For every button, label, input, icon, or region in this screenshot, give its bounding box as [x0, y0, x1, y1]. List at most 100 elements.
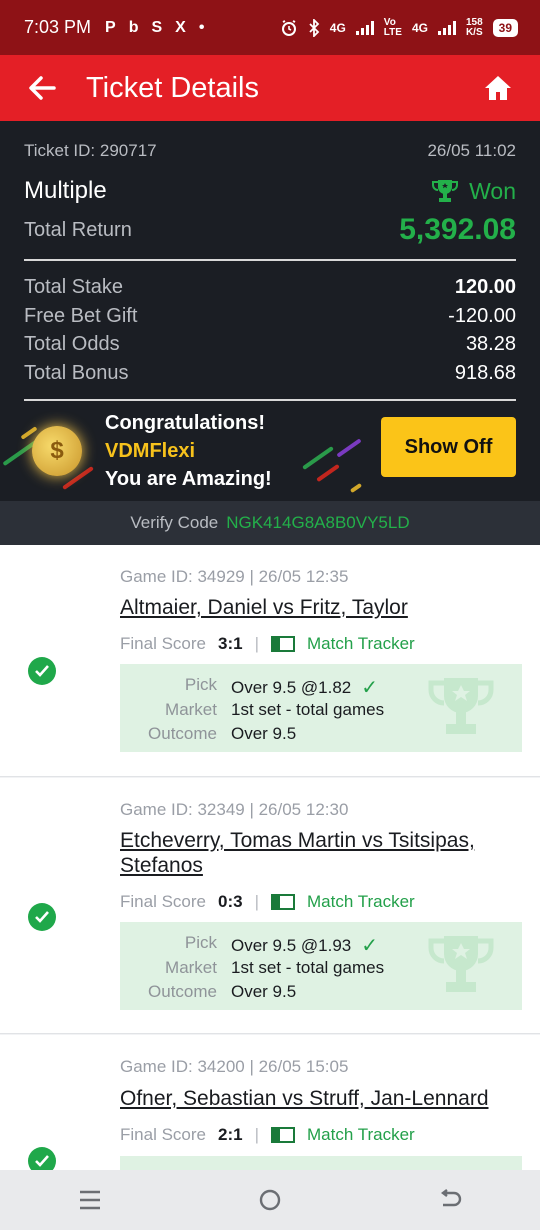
pick-row: Pick Over 9.5 @1.82 ✓: [120, 675, 522, 700]
pick-value: Over 9.5 @1.82 ✓: [231, 677, 379, 699]
confetti: [349, 482, 363, 494]
row-label: Total Odds: [24, 333, 120, 355]
ticket-header-row: Ticket ID: 290717 26/05 11:02: [24, 141, 516, 161]
total-return-value: 5,392.08: [399, 213, 516, 246]
system-nav-bar: [0, 1170, 540, 1230]
market-value: 1st set - total games: [231, 700, 385, 719]
row-label: Total Bonus: [24, 362, 129, 384]
match-tracker-label: Match Tracker: [306, 1125, 415, 1144]
flag-icon: [270, 1127, 295, 1143]
row-label: Free Bet Gift: [24, 305, 138, 327]
final-score: 2:1: [217, 1125, 243, 1144]
home-icon: [485, 76, 511, 100]
menu-icon: [80, 1190, 100, 1210]
final-score: 0:3: [217, 892, 243, 911]
final-score-row: Final Score 0:3 | Match Tracker: [120, 892, 415, 912]
verify-label: Verify Code: [130, 513, 219, 532]
home-button[interactable]: [480, 70, 516, 106]
row-value: -120.00: [448, 305, 516, 327]
total-return-label: Total Return: [24, 218, 132, 241]
total-stake-row: Total Stake 120.00: [24, 276, 516, 299]
outcome-label: Outcome: [148, 724, 217, 743]
app-bar: Ticket Details: [0, 55, 540, 121]
pick-details: Pick Over 9.5 @1.82 ✓ Market 1st set - to…: [120, 664, 522, 752]
clock: 7:03 PM: [24, 17, 92, 37]
game-list: Game ID: 34929 | 26/05 12:35 Altmaier, D…: [0, 545, 540, 1170]
game-id: Game ID: 34200 | 26/05 15:05: [120, 1057, 349, 1076]
match-tracker-label: Match Tracker: [306, 892, 415, 911]
confetti: [302, 446, 334, 470]
dot-icon: •: [198, 18, 205, 36]
market-label: Market: [165, 700, 217, 719]
final-score-row: Final Score 2:1 | Match Tracker: [120, 1125, 415, 1145]
status-text: Won: [469, 177, 516, 204]
alarm-icon: [281, 19, 296, 36]
pick-value: Over 9.5 @1.93 ✓: [231, 935, 379, 957]
menu-button[interactable]: [60, 1175, 120, 1225]
game-card: Game ID: 32349 | 26/05 12:30 Etcheverry,…: [0, 778, 540, 1034]
final-score-label: Final Score: [120, 1125, 206, 1144]
notification-icons: P b S X •: [105, 19, 204, 37]
check-circle-icon: [28, 657, 56, 685]
market-value: 1st set - total games: [231, 958, 385, 977]
total-return-row: Total Return 5,392.08: [24, 213, 516, 247]
notification-icon: b: [128, 18, 139, 36]
separator: |: [254, 892, 259, 911]
ticket-id: Ticket ID: 290717: [24, 141, 157, 160]
separator: |: [254, 634, 259, 653]
verify-code-bar: Verify Code NGK414G8A8B0VY5LD: [0, 501, 540, 545]
username: VDMFlexi: [105, 440, 196, 462]
outcome-row: Outcome Over 9.5: [120, 982, 522, 1002]
match-title[interactable]: Altmaier, Daniel vs Fritz, Taylor: [120, 595, 520, 620]
market-label: Market: [165, 958, 217, 977]
ticket-summary: Ticket ID: 290717 26/05 11:02 Multiple W…: [0, 121, 540, 501]
notification-icon: S: [151, 18, 163, 36]
system-icons: 4G Vo LTE 4G 158 K/S 39: [280, 16, 518, 38]
game-card: Game ID: 34929 | 26/05 12:35 Altmaier, D…: [0, 545, 540, 777]
match-tracker-link[interactable]: Match Tracker: [270, 1125, 415, 1145]
match-tracker-link[interactable]: Match Tracker: [270, 892, 415, 912]
show-off-button[interactable]: Show Off: [381, 417, 516, 477]
signal-icon: [437, 20, 456, 35]
congrats-text: Congratulations! VDMFlexi You are Amazin…: [105, 409, 272, 493]
match-title[interactable]: Etcheverry, Tomas Martin vs Tsitsipas, S…: [120, 828, 520, 878]
final-score-label: Final Score: [120, 892, 206, 911]
game-id: Game ID: 34929 | 26/05 12:35: [120, 567, 349, 586]
volte-indicator: Vo LTE: [383, 16, 402, 38]
pick-row: Pick Over 9.5 @1.93 ✓: [120, 933, 522, 958]
match-tracker-link[interactable]: Match Tracker: [270, 634, 415, 654]
pick-label: Pick: [184, 675, 217, 694]
final-score-row: Final Score 3:1 | Match Tracker: [120, 634, 415, 654]
check-circle-icon: [28, 1147, 56, 1170]
total-odds-row: Total Odds 38.28: [24, 333, 516, 356]
notification-icon: P: [105, 18, 116, 36]
back-button[interactable]: [24, 70, 60, 106]
outcome-label: Outcome: [148, 982, 217, 1001]
status-bar: 7:03 PM P b S X • 4G Vo LTE 4G 158 K/S 39: [0, 0, 540, 55]
total-bonus-row: Total Bonus 918.68: [24, 362, 516, 385]
verify-code[interactable]: NGK414G8A8B0VY5LD: [226, 513, 409, 533]
checkmark-icon: ✓: [361, 677, 379, 699]
checkmark-icon: ✓: [361, 935, 379, 957]
game-card: Game ID: 34200 | 26/05 15:05 Ofner, Seba…: [0, 1035, 540, 1170]
flag-icon: [270, 894, 295, 910]
page-title: Ticket Details: [86, 71, 259, 104]
pick-label: Pick: [184, 933, 217, 952]
network-type: 4G: [411, 20, 428, 35]
pick-details: Pick Over 9.5 @1.93 ✓ Market 1st set - to…: [120, 922, 522, 1010]
back-nav-button[interactable]: [420, 1175, 480, 1225]
final-score: 3:1: [217, 634, 243, 653]
confetti: [316, 463, 340, 483]
home-nav-button[interactable]: [240, 1175, 300, 1225]
row-label: Total Stake: [24, 276, 123, 298]
flag-icon: [270, 636, 295, 652]
back-icon: [441, 1189, 462, 1207]
match-title[interactable]: Ofner, Sebastian vs Struff, Jan-Lennard: [120, 1086, 520, 1111]
market-row: Market 1st set - total games: [120, 700, 522, 720]
outcome-value: Over 9.5: [231, 724, 297, 743]
row-value: 38.28: [465, 333, 516, 355]
pick-details: [120, 1156, 522, 1170]
battery-icon: 39: [492, 18, 518, 37]
signal-icon: [355, 20, 374, 35]
network-speed: 158 K/S: [465, 16, 483, 38]
